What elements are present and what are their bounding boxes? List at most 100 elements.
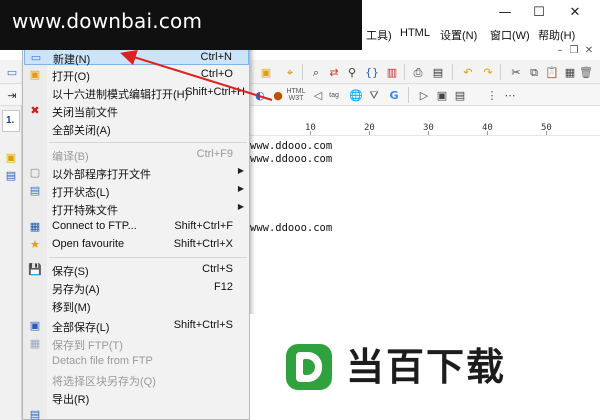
brand-logo: 当百下载 [250, 314, 600, 420]
undo-icon[interactable]: ↶ [460, 64, 476, 80]
menu-item-label: 以外部程序打开文件 [52, 169, 151, 181]
menu-item-export[interactable]: 导出(R) [24, 388, 249, 406]
ftp-save-icon: ▦ [29, 336, 41, 350]
menu-separator [49, 142, 247, 143]
editor-line[interactable]: www.ddooo.com [250, 222, 332, 234]
menu-item-label: 打开(O) [52, 71, 90, 83]
delete-icon[interactable]: 🗑 [578, 64, 594, 80]
document-tab[interactable]: 1. [2, 110, 20, 132]
open-folder-icon[interactable]: ▣ [258, 64, 274, 80]
save-icon: 💾 [28, 262, 42, 276]
toolbar-separator [302, 64, 303, 80]
menu-help[interactable]: 帮助(H) [538, 27, 575, 43]
folder-icon[interactable]: ▣ [4, 150, 18, 164]
ftp-icon: ▦ [29, 219, 41, 233]
mdi-minimize-button[interactable]: – [554, 44, 566, 56]
tag-left-icon[interactable]: ◁ [310, 87, 326, 103]
menu-item-shortcut: Shift+Ctrl+S [173, 319, 233, 331]
menu-html[interactable]: HTML [400, 27, 430, 39]
menu-item-open-state[interactable]: ▤ 打开状态(L) ▶ [24, 181, 249, 200]
menu-item-label: Detach file from FTP [52, 355, 153, 367]
menu-item-save-as[interactable]: 另存为(A) F12 [24, 278, 249, 296]
text-icon[interactable]: ▤ [452, 87, 468, 103]
menu-item-open-external[interactable]: ▢ 以外部程序打开文件 ▶ [24, 163, 249, 182]
toolbar-separator [408, 87, 409, 103]
editor-line[interactable]: www.ddooo.com [250, 140, 332, 152]
ruler-tick [487, 131, 488, 135]
bookmark-icon[interactable]: ⌖ [282, 64, 298, 80]
menu-item-open-hex[interactable]: 以十六进制模式编辑打开(H) Shift+Ctrl+H [24, 83, 249, 101]
menu-item-shortcut: Ctrl+F9 [196, 148, 233, 160]
menu-item-partial[interactable]: ▤ [24, 406, 249, 420]
menu-item-label: 将选择区块另存为(Q) [52, 376, 156, 388]
print-icon[interactable]: ▤ [430, 64, 446, 80]
menu-item-save-to-ftp[interactable]: ▦ 保存到 FTP(T) [24, 334, 249, 353]
maximize-window-button[interactable]: ☐ [522, 0, 556, 24]
brand-name: 当百下载 [346, 345, 507, 389]
close-window-button[interactable]: ✕ [558, 0, 592, 24]
file-menu-dropdown: ▭ 新建(N) Ctrl+N ▣ 打开(O) Ctrl+O 以十六进制模式编辑打… [22, 42, 250, 420]
export-icon: ▤ [29, 407, 41, 420]
binary-icon[interactable]: ▣ [434, 87, 450, 103]
menu-item-move-to[interactable]: 移到(M) [24, 296, 249, 314]
mdi-restore-button[interactable]: ❐ [568, 44, 580, 56]
column-icon[interactable]: ▥ [384, 64, 400, 80]
menu-item-close-current[interactable]: ✖ 关闭当前文件 [24, 101, 249, 120]
menu-window[interactable]: 窗口(W) [490, 27, 530, 43]
menu-separator [49, 257, 247, 258]
menu-tools[interactable]: 工具) [366, 27, 392, 43]
menu-item-save-selection[interactable]: 将选择区块另存为(Q) [24, 370, 249, 388]
cut-icon[interactable]: ✂ [508, 64, 524, 80]
column-mode-icon[interactable]: ⋮ [484, 87, 500, 103]
tag-icon[interactable]: tag [326, 87, 342, 103]
globe-icon[interactable]: 🌐 [348, 87, 364, 103]
editor-line[interactable]: www.ddooo.com [250, 153, 332, 165]
find-in-files-icon[interactable]: ⚲ [344, 64, 360, 80]
document-icon[interactable]: ▤ [4, 168, 18, 182]
play-icon[interactable]: ▷ [416, 87, 432, 103]
find-replace-icon[interactable]: ⇄ [326, 64, 342, 80]
toolbar-separator [452, 64, 453, 80]
paste-icon[interactable]: 📋 [544, 64, 560, 80]
html-validate-icon[interactable]: HTML W3T [286, 87, 305, 103]
submenu-arrow-icon: ▶ [237, 166, 244, 175]
menu-item-label: 另存为(A) [52, 284, 100, 296]
menu-item-label: 保存到 FTP(T) [52, 340, 123, 352]
ruler-tick [428, 131, 429, 135]
filter-icon[interactable]: ⛛ [366, 87, 382, 103]
brand-mark-icon [286, 344, 332, 390]
menu-item-close-all[interactable]: 全部关闭(A) [24, 119, 249, 137]
open-state-icon: ▤ [29, 183, 41, 197]
indent-icon[interactable]: ⇥ [4, 87, 20, 103]
select-all-icon[interactable]: ▦ [562, 64, 578, 80]
minimize-window-button[interactable]: — [488, 0, 522, 24]
browser-preview-icon[interactable]: ◐ [252, 87, 268, 103]
mdi-close-button[interactable]: ✕ [583, 44, 595, 56]
menu-item-label: 保存(S) [52, 266, 89, 278]
menu-item-shortcut: Ctrl+S [202, 263, 233, 275]
menu-item-open[interactable]: ▣ 打开(O) Ctrl+O [24, 65, 249, 84]
menu-item-save[interactable]: 💾 保存(S) Ctrl+S [24, 260, 249, 279]
google-search-icon[interactable]: G [386, 87, 402, 103]
menu-item-shortcut: Shift+Ctrl+F [174, 220, 233, 232]
toolbar-separator [404, 64, 405, 80]
menu-item-detach-ftp[interactable]: Detach file from FTP [24, 352, 249, 370]
submenu-arrow-icon: ▶ [237, 202, 244, 211]
save-all-icon: ▣ [29, 318, 41, 332]
redo-icon[interactable]: ↷ [480, 64, 496, 80]
menu-item-connect-ftp[interactable]: ▦ Connect to FTP... Shift+Ctrl+F [24, 217, 249, 235]
new-file-icon[interactable]: ▭ [4, 64, 20, 80]
find-icon[interactable]: ⌕ [308, 64, 324, 80]
brackets-icon[interactable]: {} [364, 64, 380, 80]
html-color-icon[interactable]: ● [270, 87, 286, 103]
menu-item-open-special[interactable]: 打开特殊文件 ▶ [24, 199, 249, 217]
external-program-icon: ▢ [29, 165, 41, 179]
document-pane: 1. ▣ ▤ [0, 106, 22, 420]
menu-item-open-favourite[interactable]: ★ Open favourite Shift+Ctrl+X [24, 235, 249, 253]
wrap-icon[interactable]: ⋯ [502, 87, 518, 103]
menu-item-compile[interactable]: 编译(B) Ctrl+F9 [24, 145, 249, 163]
menu-item-save-all[interactable]: ▣ 全部保存(L) Shift+Ctrl+S [24, 316, 249, 335]
menu-settings[interactable]: 设置(N) [440, 27, 477, 43]
copy-icon[interactable]: ⧉ [526, 64, 542, 80]
print-preview-icon[interactable]: ⎙ [410, 64, 426, 80]
